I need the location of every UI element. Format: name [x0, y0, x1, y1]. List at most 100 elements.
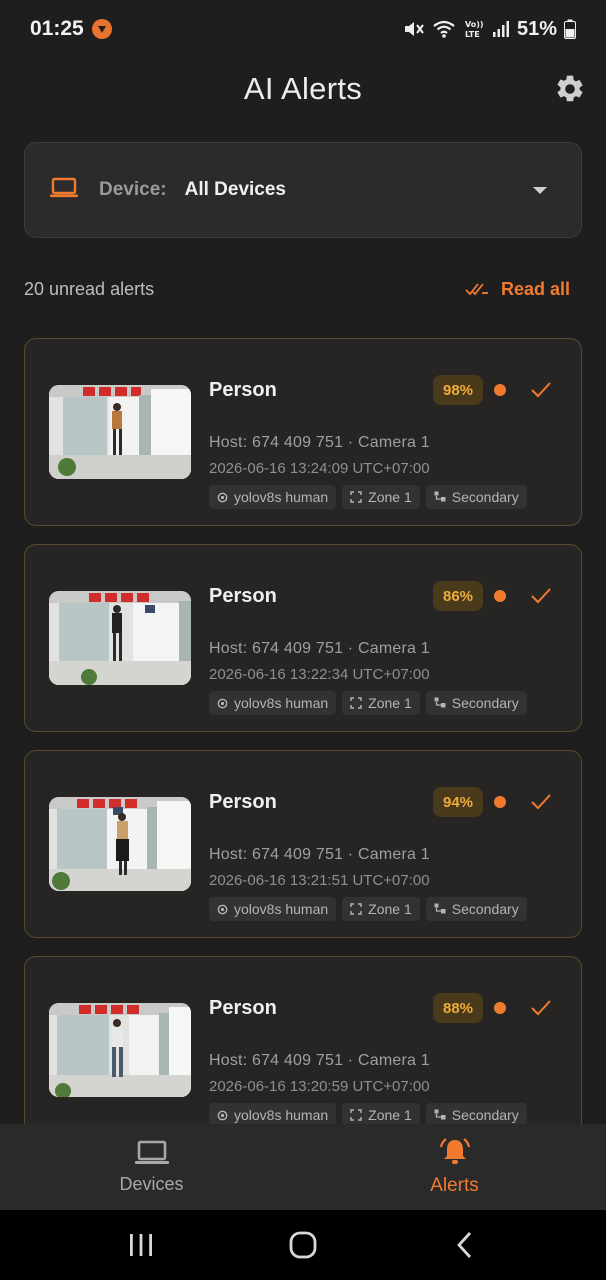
nav-label: Alerts — [430, 1175, 479, 1196]
mute-icon — [403, 19, 425, 39]
bell-icon — [439, 1138, 470, 1164]
nav-item-devices[interactable]: Devices — [0, 1124, 303, 1210]
tag-label: yolov8s human — [234, 1107, 329, 1123]
system-nav — [0, 1210, 606, 1280]
zone-icon — [350, 491, 362, 503]
mark-read-button[interactable] — [529, 379, 553, 401]
alert-thumbnail[interactable] — [49, 591, 191, 685]
stream-icon — [434, 491, 446, 503]
tag-stream: Secondary — [425, 897, 527, 921]
svg-text:Vo)): Vo)) — [465, 20, 484, 29]
laptop-icon — [49, 177, 79, 204]
status-left: 01:25 — [30, 17, 112, 41]
alert-tags: yolov8s human Zone 1 Secondary — [209, 691, 527, 715]
unread-dot — [494, 1002, 506, 1014]
alert-timestamp: 2026-06-16 13:24:09 UTC+07:00 — [209, 460, 430, 477]
confidence-badge: 94% — [433, 787, 483, 817]
alert-timestamp: 2026-06-16 13:22:34 UTC+07:00 — [209, 666, 430, 683]
tag-model: yolov8s human — [209, 485, 337, 509]
app-header: AI Alerts — [0, 58, 606, 120]
battery-percent: 51% — [516, 17, 557, 40]
volte-icon: Vo)) LTE — [463, 18, 485, 40]
tag-model: yolov8s human — [209, 897, 337, 921]
tag-zone: Zone 1 — [342, 485, 420, 509]
alert-title: Person — [209, 379, 277, 401]
status-time: 01:25 — [30, 17, 84, 40]
alert-host: Host: 674 409 751 · Camera 1 — [209, 846, 430, 863]
double-check-icon — [465, 283, 488, 296]
alert-card[interactable]: Person 88% Host: 674 409 751 · Camera 1 … — [24, 956, 582, 1124]
alert-thumbnail[interactable] — [49, 1003, 191, 1097]
model-icon — [217, 904, 228, 915]
tag-zone: Zone 1 — [342, 1103, 420, 1124]
home-icon — [289, 1231, 317, 1259]
tag-zone: Zone 1 — [342, 897, 420, 921]
read-all-button[interactable]: Read all — [465, 279, 582, 300]
status-bar: 01:25 Vo)) LTE 51% — [0, 0, 606, 58]
gear-icon — [557, 75, 583, 102]
alert-title: Person — [209, 997, 277, 1019]
tag-zone: Zone 1 — [342, 691, 420, 715]
alert-title: Person — [209, 585, 277, 607]
home-button[interactable] — [278, 1225, 328, 1265]
alert-list[interactable]: Person 98% Host: 674 409 751 · Camera 1 … — [0, 338, 606, 1124]
read-all-label: Read all — [500, 278, 570, 299]
laptop-icon — [134, 1140, 169, 1164]
alert-title: Person — [209, 791, 277, 813]
alert-host: Host: 674 409 751 · Camera 1 — [209, 1052, 430, 1069]
alert-card[interactable]: Person 94% Host: 674 409 751 · Camera 1 … — [24, 750, 582, 938]
confidence-badge: 98% — [433, 375, 483, 405]
back-icon — [457, 1232, 472, 1258]
tag-label: Zone 1 — [368, 489, 412, 505]
tag-label: Secondary — [451, 489, 519, 505]
zone-icon — [350, 1109, 362, 1121]
stream-icon — [434, 697, 446, 709]
settings-button[interactable] — [554, 73, 586, 105]
wifi-icon — [432, 19, 456, 39]
page-title: AI Alerts — [243, 71, 363, 106]
app-notification-icon — [91, 19, 112, 39]
alert-card[interactable]: Person 86% Host: 674 409 751 · Camera 1 … — [24, 544, 582, 732]
check-icon — [531, 1000, 551, 1016]
mark-read-button[interactable] — [529, 791, 553, 813]
tag-model: yolov8s human — [209, 1103, 337, 1124]
alert-thumbnail[interactable] — [49, 385, 191, 479]
alert-host: Host: 674 409 751 · Camera 1 — [209, 640, 430, 657]
tag-stream: Secondary — [425, 691, 527, 715]
status-right: Vo)) LTE 51% — [403, 18, 576, 41]
battery-icon — [564, 19, 576, 39]
confidence-badge: 88% — [433, 993, 483, 1023]
device-selector[interactable]: Device: All Devices — [24, 142, 582, 238]
zone-icon — [350, 697, 362, 709]
recents-button[interactable] — [116, 1225, 166, 1265]
tag-label: yolov8s human — [234, 489, 329, 505]
bottom-nav: Devices Alerts — [0, 1124, 606, 1210]
device-value: All Devices — [184, 179, 287, 200]
mark-read-button[interactable] — [529, 997, 553, 1019]
tag-label: Secondary — [451, 695, 519, 711]
unread-dot — [494, 796, 506, 808]
check-icon — [531, 588, 551, 604]
mark-read-button[interactable] — [529, 585, 553, 607]
model-icon — [217, 492, 228, 503]
nav-label: Devices — [119, 1173, 184, 1194]
unread-dot — [494, 590, 506, 602]
back-button[interactable] — [440, 1225, 490, 1265]
alert-thumbnail[interactable] — [49, 797, 191, 891]
zone-icon — [350, 903, 362, 915]
confidence-badge: 86% — [433, 581, 483, 611]
tag-label: yolov8s human — [234, 695, 329, 711]
signal-icon — [492, 20, 510, 38]
tag-label: yolov8s human — [234, 901, 329, 917]
alert-host: Host: 674 409 751 · Camera 1 — [209, 434, 430, 451]
check-icon — [531, 382, 551, 398]
nav-item-alerts[interactable]: Alerts — [303, 1124, 606, 1210]
unread-row: 20 unread alerts Read all — [24, 268, 582, 310]
device-label: Device: — [99, 179, 167, 200]
tag-label: Zone 1 — [368, 901, 412, 917]
tag-label: Zone 1 — [368, 1107, 412, 1123]
alert-card[interactable]: Person 98% Host: 674 409 751 · Camera 1 … — [24, 338, 582, 526]
model-icon — [217, 698, 228, 709]
tag-model: yolov8s human — [209, 691, 337, 715]
alert-timestamp: 2026-06-16 13:20:59 UTC+07:00 — [209, 1078, 430, 1095]
